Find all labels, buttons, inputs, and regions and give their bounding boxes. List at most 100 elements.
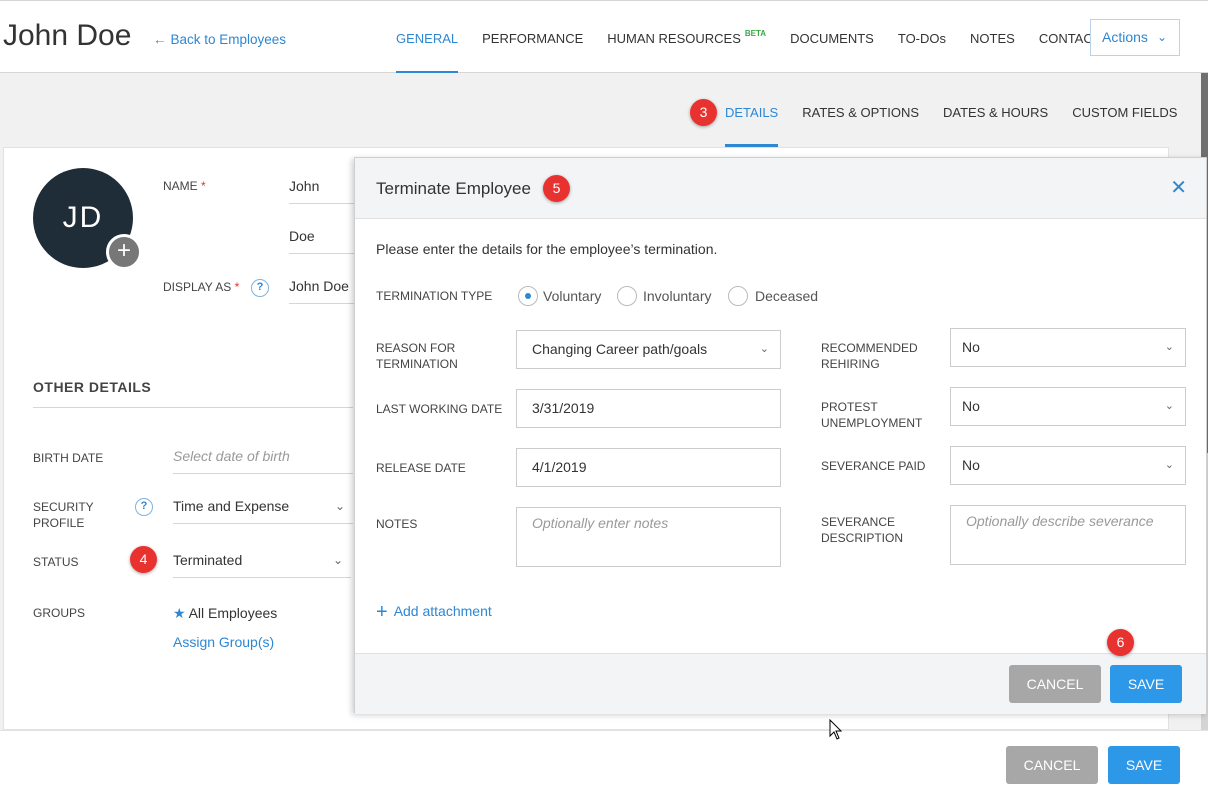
radio-voluntary-label: Voluntary (543, 288, 602, 304)
protest-unemployment-value: No (962, 398, 980, 414)
tab-todos-label: TO-DOs (897, 31, 947, 46)
name-label-text: NAME (163, 179, 198, 193)
tab-details-label: DETAILS (725, 105, 779, 120)
chevron-down-icon: ⌄ (1164, 400, 1174, 412)
tab-human-resources[interactable]: HUMAN RESOURCES BETA (595, 1, 778, 74)
tab-custom-fields[interactable]: CUSTOM FIELDS (1060, 73, 1189, 147)
back-to-employees-link[interactable]: ← Back to Employees (153, 32, 286, 47)
add-attachment-link[interactable]: + Add attachment (376, 599, 492, 623)
last-working-date-input[interactable]: 3/31/2019 (516, 389, 781, 428)
display-as-field[interactable]: John Doe (289, 268, 359, 304)
help-icon[interactable]: ? (135, 498, 153, 516)
reason-value: Changing Career path/goals (532, 341, 708, 357)
chevron-down-icon: ⌄ (759, 343, 769, 355)
protest-unemployment-label: PROTEST UNEMPLOYMENT (821, 400, 923, 430)
radio-deceased[interactable] (728, 286, 748, 306)
notes-label: NOTES (376, 517, 418, 531)
display-as-label: DISPLAY AS * (163, 279, 239, 295)
cancel-button[interactable]: CANCEL (1006, 746, 1098, 784)
reason-label: REASON FOR TERMINATION (376, 341, 458, 371)
recommended-rehiring-value: No (962, 339, 980, 355)
tab-todos[interactable]: TO-DOs (886, 1, 958, 74)
dialog-footer: CANCEL SAVE (355, 653, 1206, 714)
sub-tabs: DETAILS RATES & OPTIONS DATES & HOURS CU… (713, 73, 1189, 147)
back-link-label: Back to Employees (170, 32, 287, 47)
dialog-intro: Please enter the details for the employe… (376, 241, 718, 257)
tab-rates-options[interactable]: RATES & OPTIONS (790, 73, 931, 147)
protest-unemployment-select[interactable]: No ⌄ (950, 387, 1186, 426)
last-name-field[interactable]: Doe (289, 218, 359, 254)
required-mark: * (234, 280, 240, 294)
tab-dates-hours[interactable]: DATES & HOURS (931, 73, 1060, 147)
first-name-field[interactable]: John (289, 168, 359, 204)
tab-notes[interactable]: NOTES (958, 1, 1027, 74)
name-label: NAME * (163, 178, 206, 194)
tab-performance-label: PERFORMANCE (482, 31, 584, 46)
page-title: John Doe (3, 19, 132, 52)
required-mark: * (201, 179, 206, 193)
tab-general-label: GENERAL (396, 31, 459, 46)
arrow-left-icon: ← (153, 32, 167, 47)
status-select[interactable]: Terminated ⌄ (173, 542, 351, 578)
tab-documents[interactable]: DOCUMENTS (778, 1, 886, 74)
display-as-label-text: DISPLAY AS (163, 280, 232, 294)
birth-date-field[interactable]: Select date of birth (173, 438, 353, 474)
star-icon: ★ (173, 605, 186, 621)
mouse-cursor-icon (829, 719, 843, 740)
severance-paid-value: No (962, 457, 980, 473)
recommended-rehiring-label: RECOMMENDED REHIRING (821, 341, 918, 371)
radio-involuntary[interactable] (617, 286, 637, 306)
actions-dropdown-button[interactable]: Actions ⌄ (1090, 19, 1180, 56)
chevron-down-icon: ⌄ (1164, 459, 1174, 471)
save-button[interactable]: SAVE (1108, 746, 1180, 784)
security-profile-label: SECURITY PROFILE (33, 500, 94, 530)
chevron-down-icon: ⌄ (332, 553, 343, 567)
chevron-down-icon: ⌄ (334, 499, 345, 513)
security-profile-select[interactable]: Time and Expense ⌄ (173, 488, 353, 524)
tab-rates-options-label: RATES & OPTIONS (802, 105, 919, 120)
tab-human-resources-label: HUMAN RESOURCES (607, 31, 741, 46)
tab-notes-label: NOTES (970, 31, 1015, 46)
page-header: John Doe ← Back to Employees GENERAL PERF… (0, 0, 1208, 74)
status-value: Terminated (173, 552, 243, 568)
radio-voluntary[interactable] (518, 286, 538, 306)
tab-custom-fields-label: CUSTOM FIELDS (1072, 105, 1178, 120)
birth-date-label: BIRTH DATE (33, 451, 104, 465)
release-date-input[interactable]: 4/1/2019 (516, 448, 781, 487)
add-photo-icon[interactable]: + (106, 234, 142, 270)
recommended-rehiring-select[interactable]: No ⌄ (950, 328, 1186, 367)
notes-textarea[interactable]: Optionally enter notes (516, 507, 781, 567)
severance-paid-select[interactable]: No ⌄ (950, 446, 1186, 485)
step-badge-6: 6 (1107, 629, 1134, 656)
tab-dates-hours-label: DATES & HOURS (943, 105, 1049, 120)
assign-groups-link[interactable]: Assign Group(s) (173, 634, 274, 650)
dialog-cancel-button[interactable]: CANCEL (1009, 665, 1101, 703)
close-icon[interactable]: ✕ (1170, 178, 1187, 198)
actions-label: Actions (1102, 29, 1148, 45)
radio-deceased-label: Deceased (755, 288, 819, 304)
add-attachment-label: Add attachment (393, 603, 492, 619)
release-date-label: RELEASE DATE (376, 461, 466, 475)
last-working-date-label: LAST WORKING DATE (376, 402, 503, 416)
radio-involuntary-label: Involuntary (643, 288, 712, 304)
dialog-save-button[interactable]: SAVE (1110, 665, 1182, 703)
tab-general[interactable]: GENERAL (384, 1, 470, 74)
chevron-down-icon: ⌄ (1164, 341, 1174, 353)
divider (33, 407, 353, 408)
group-item: ★ All Employees (173, 605, 277, 622)
terminate-employee-dialog: Terminate Employee ✕ Please enter the de… (354, 157, 1207, 714)
plus-icon: + (376, 601, 388, 623)
chevron-down-icon: ⌄ (1156, 30, 1167, 44)
tab-performance[interactable]: PERFORMANCE (470, 1, 595, 74)
tab-documents-label: DOCUMENTS (790, 31, 874, 46)
tab-details[interactable]: DETAILS (713, 73, 790, 147)
other-details-heading: OTHER DETAILS (33, 379, 152, 395)
severance-paid-label: SEVERANCE PAID (821, 459, 926, 473)
severance-description-textarea[interactable]: Optionally describe severance (950, 505, 1186, 565)
help-icon[interactable]: ? (251, 279, 269, 297)
page-footer: CANCEL SAVE (0, 730, 1208, 798)
main-tabs: GENERAL PERFORMANCE HUMAN RESOURCES BETA … (384, 1, 1113, 74)
severance-description-label: SEVERANCE DESCRIPTION (821, 515, 904, 545)
groups-label: GROUPS (33, 606, 86, 620)
reason-select[interactable]: Changing Career path/goals ⌄ (516, 330, 781, 369)
